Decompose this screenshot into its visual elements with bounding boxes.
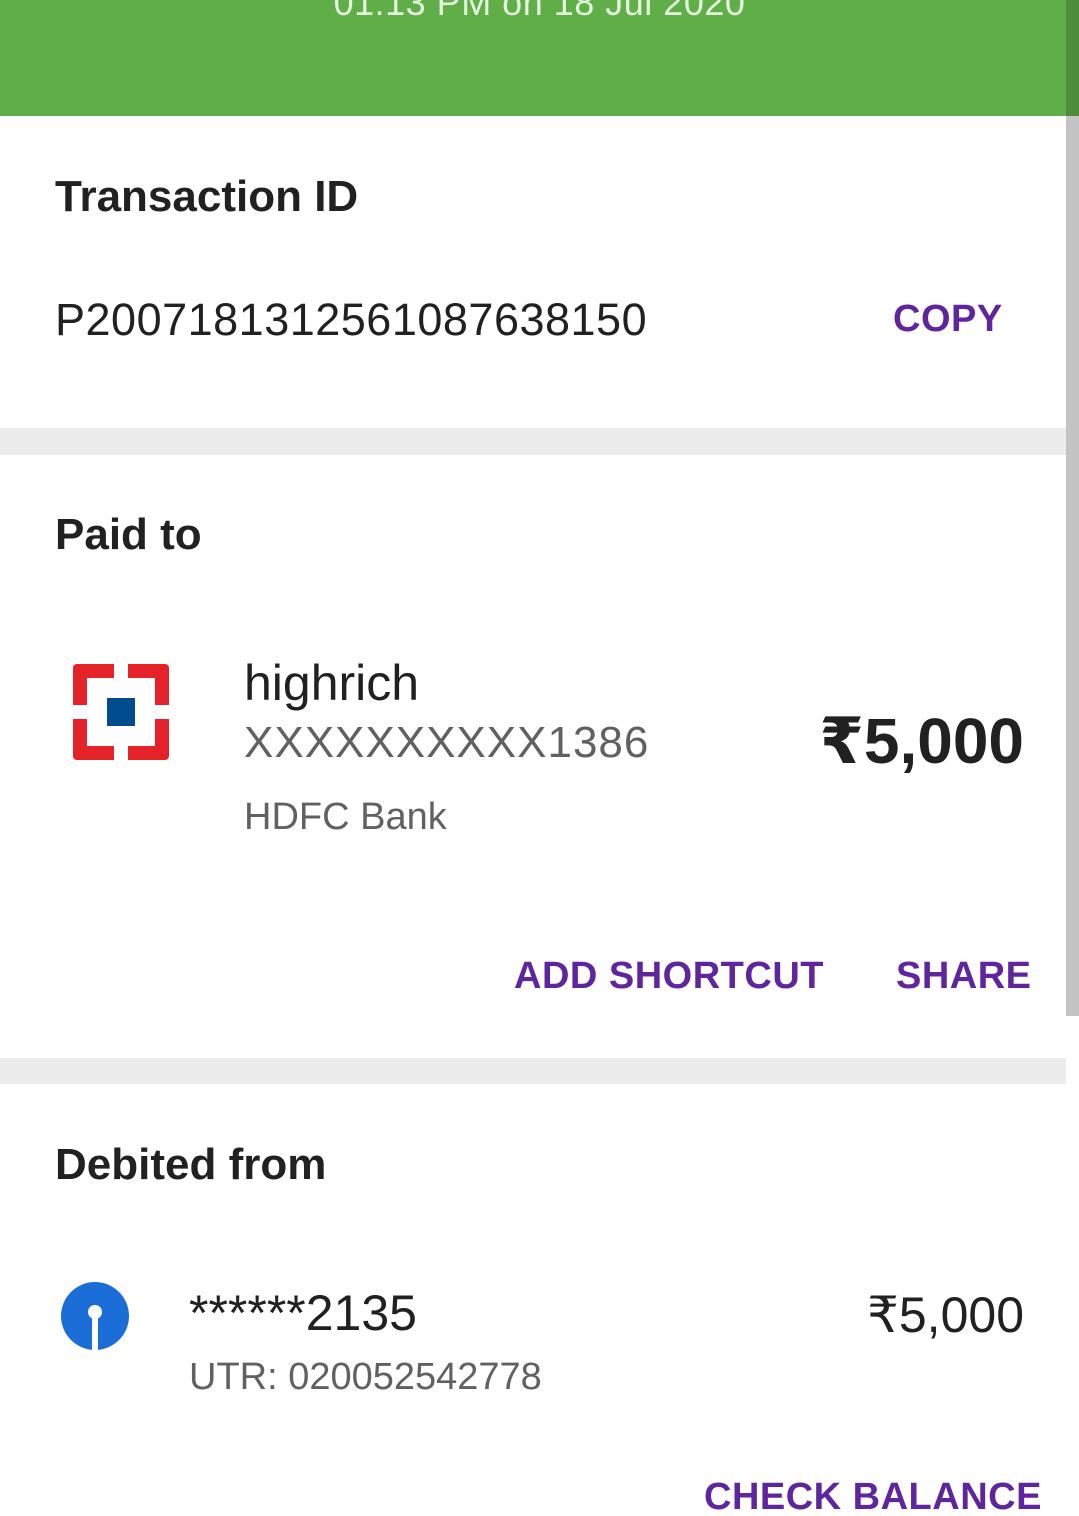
scrollbar-track[interactable] — [1066, 0, 1079, 1016]
debited-from-title: Debited from — [55, 1140, 327, 1189]
section-divider — [0, 428, 1066, 455]
add-shortcut-button[interactable]: ADD SHORTCUT — [514, 955, 824, 998]
payee-name: highrich — [244, 655, 420, 711]
paid-amount: ₹5,000 — [819, 705, 1024, 777]
hdfc-bank-logo-icon — [73, 664, 169, 760]
utr-number: UTR: 020052542778 — [189, 1356, 542, 1398]
sbi-logo-icon — [61, 1282, 129, 1350]
debit-account-number: ******2135 — [189, 1285, 417, 1341]
debited-amount: ₹5,000 — [867, 1287, 1024, 1343]
check-balance-button[interactable]: CHECK BALANCE — [704, 1476, 1042, 1516]
scrollbar-thumb[interactable] — [1066, 0, 1079, 116]
share-button[interactable]: SHARE — [896, 955, 1032, 998]
transaction-details-screen: 01:13 PM on 18 Jul 2020 Transaction ID P… — [0, 0, 1079, 1516]
transaction-id-value: P2007181312561087638150 — [55, 294, 648, 345]
status-header: 01:13 PM on 18 Jul 2020 — [0, 0, 1079, 116]
transaction-datetime: 01:13 PM on 18 Jul 2020 — [333, 0, 746, 23]
copy-button[interactable]: COPY — [893, 298, 1003, 341]
transaction-id-title: Transaction ID — [55, 172, 359, 221]
payee-account-number: XXXXXXXXXX1386 — [244, 718, 650, 767]
section-divider — [0, 1058, 1066, 1084]
paid-to-title: Paid to — [55, 510, 202, 559]
payee-bank-name: HDFC Bank — [244, 796, 447, 838]
